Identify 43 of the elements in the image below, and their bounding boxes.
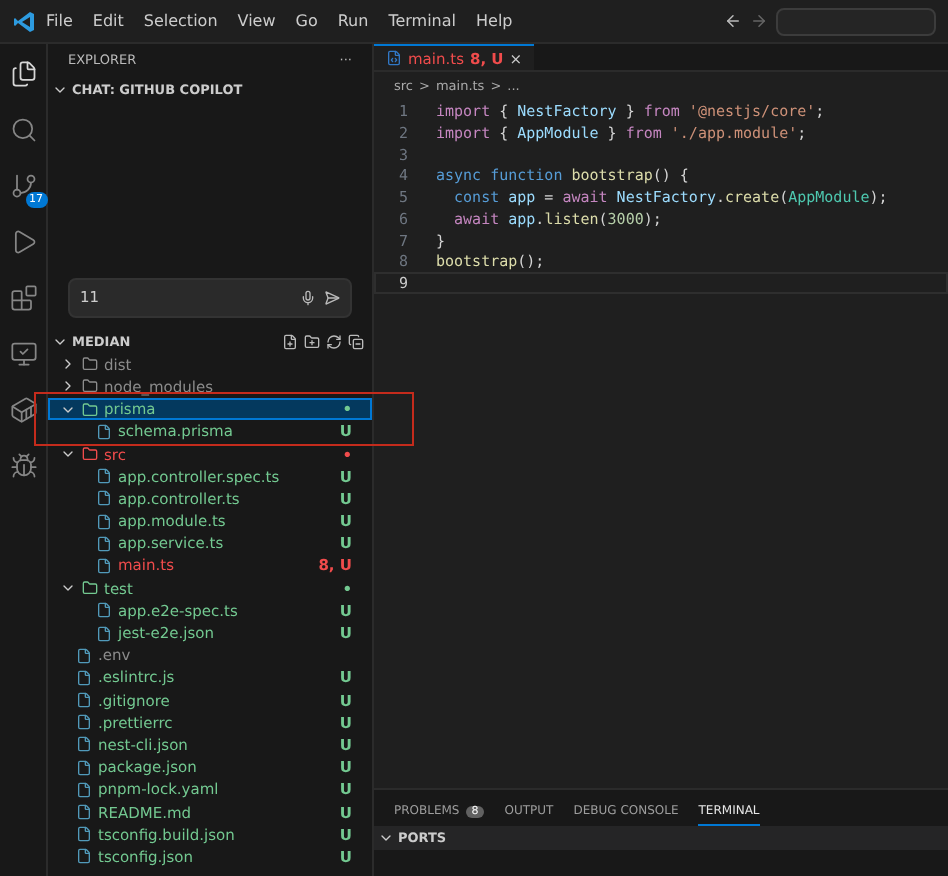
app-logo-icon <box>12 9 36 33</box>
file-icon <box>96 625 112 642</box>
folder-icon <box>82 401 98 418</box>
menu-item[interactable]: Go <box>285 12 328 30</box>
typescript-file-icon <box>386 50 402 66</box>
refresh-icon[interactable] <box>326 333 342 350</box>
command-center-field[interactable] <box>776 7 936 35</box>
file-icon <box>76 826 92 843</box>
folder-icon <box>82 378 98 395</box>
file-icon <box>76 736 92 753</box>
menu-item[interactable]: File <box>36 12 83 30</box>
file-icon <box>96 468 112 485</box>
menu-item[interactable]: Help <box>466 12 523 30</box>
file-icon <box>76 759 92 776</box>
file-icon <box>96 602 112 619</box>
collapse-icon[interactable] <box>348 333 364 350</box>
back-arrow-icon[interactable] <box>724 12 742 30</box>
menu-item[interactable]: Edit <box>82 12 134 30</box>
file-icon <box>96 557 112 574</box>
file-icon <box>96 535 112 552</box>
file-icon <box>76 804 92 821</box>
folder-icon <box>82 580 98 597</box>
menu-item[interactable]: View <box>227 12 286 30</box>
forward-arrow-icon[interactable] <box>750 12 768 30</box>
new-folder-icon[interactable] <box>304 333 320 350</box>
new-file-icon[interactable] <box>282 333 298 350</box>
file-icon <box>96 423 112 440</box>
menu-item[interactable]: Run <box>327 12 379 30</box>
file-icon <box>76 647 92 664</box>
extensions-icon[interactable] <box>5 280 41 316</box>
menu-item[interactable]: Selection <box>133 12 228 30</box>
file-icon <box>96 490 112 507</box>
send-icon[interactable] <box>324 289 340 306</box>
file-icon <box>76 714 92 731</box>
folder-icon <box>82 446 98 463</box>
file-icon <box>76 781 92 798</box>
file-icon <box>76 692 92 709</box>
file-icon <box>76 848 92 865</box>
file-icon <box>76 669 92 686</box>
microphone-icon[interactable] <box>300 289 316 306</box>
menu-item[interactable]: Terminal <box>378 12 466 30</box>
file-icon <box>96 513 112 530</box>
folder-icon <box>82 356 98 373</box>
